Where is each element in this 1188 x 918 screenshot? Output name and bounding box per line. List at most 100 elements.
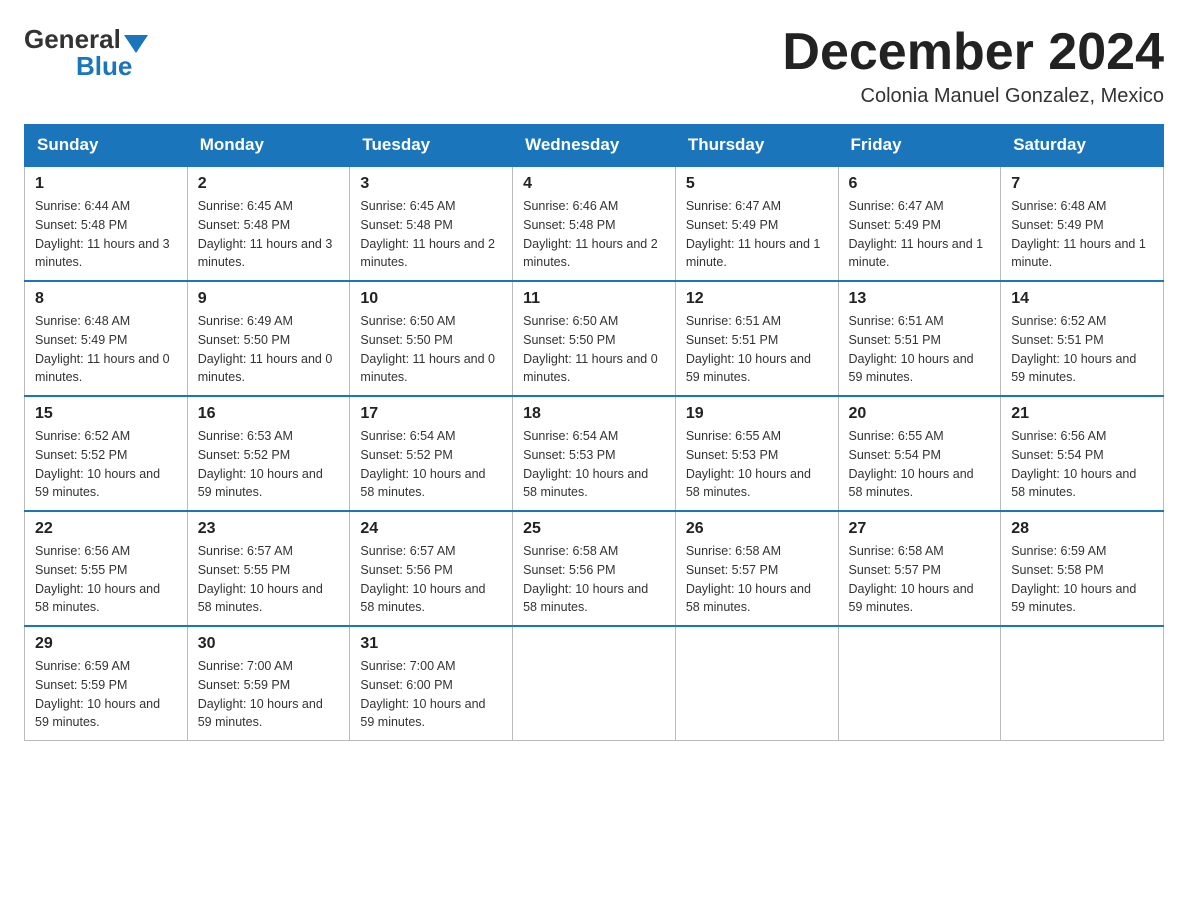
calendar-cell: 21 Sunrise: 6:56 AMSunset: 5:54 PMDaylig… bbox=[1001, 396, 1164, 511]
calendar-cell: 20 Sunrise: 6:55 AMSunset: 5:54 PMDaylig… bbox=[838, 396, 1001, 511]
day-info: Sunrise: 6:54 AMSunset: 5:53 PMDaylight:… bbox=[523, 427, 665, 502]
day-number: 16 bbox=[198, 405, 340, 423]
day-number: 1 bbox=[35, 175, 177, 193]
logo-arrow-icon bbox=[124, 35, 148, 53]
calendar-table: SundayMondayTuesdayWednesdayThursdayFrid… bbox=[24, 124, 1164, 741]
calendar-cell: 27 Sunrise: 6:58 AMSunset: 5:57 PMDaylig… bbox=[838, 511, 1001, 626]
calendar-cell: 11 Sunrise: 6:50 AMSunset: 5:50 PMDaylig… bbox=[513, 281, 676, 396]
calendar-cell: 19 Sunrise: 6:55 AMSunset: 5:53 PMDaylig… bbox=[675, 396, 838, 511]
weekday-header-tuesday: Tuesday bbox=[350, 125, 513, 167]
calendar-cell bbox=[675, 626, 838, 741]
day-number: 21 bbox=[1011, 405, 1153, 423]
weekday-header-sunday: Sunday bbox=[25, 125, 188, 167]
calendar-cell: 31 Sunrise: 7:00 AMSunset: 6:00 PMDaylig… bbox=[350, 626, 513, 741]
day-info: Sunrise: 6:51 AMSunset: 5:51 PMDaylight:… bbox=[849, 312, 991, 387]
calendar-cell: 17 Sunrise: 6:54 AMSunset: 5:52 PMDaylig… bbox=[350, 396, 513, 511]
day-info: Sunrise: 6:48 AMSunset: 5:49 PMDaylight:… bbox=[35, 312, 177, 387]
day-info: Sunrise: 6:55 AMSunset: 5:54 PMDaylight:… bbox=[849, 427, 991, 502]
day-number: 12 bbox=[686, 290, 828, 308]
page-header: General Blue December 2024 Colonia Manue… bbox=[24, 24, 1164, 108]
calendar-cell: 2 Sunrise: 6:45 AMSunset: 5:48 PMDayligh… bbox=[187, 166, 350, 281]
calendar-cell: 29 Sunrise: 6:59 AMSunset: 5:59 PMDaylig… bbox=[25, 626, 188, 741]
day-number: 13 bbox=[849, 290, 991, 308]
day-info: Sunrise: 6:52 AMSunset: 5:51 PMDaylight:… bbox=[1011, 312, 1153, 387]
day-number: 8 bbox=[35, 290, 177, 308]
calendar-cell: 22 Sunrise: 6:56 AMSunset: 5:55 PMDaylig… bbox=[25, 511, 188, 626]
title-section: December 2024 Colonia Manuel Gonzalez, M… bbox=[782, 24, 1164, 108]
day-info: Sunrise: 6:45 AMSunset: 5:48 PMDaylight:… bbox=[360, 197, 502, 272]
day-info: Sunrise: 6:47 AMSunset: 5:49 PMDaylight:… bbox=[686, 197, 828, 272]
day-number: 14 bbox=[1011, 290, 1153, 308]
calendar-cell: 9 Sunrise: 6:49 AMSunset: 5:50 PMDayligh… bbox=[187, 281, 350, 396]
day-number: 4 bbox=[523, 175, 665, 193]
day-info: Sunrise: 6:56 AMSunset: 5:54 PMDaylight:… bbox=[1011, 427, 1153, 502]
day-info: Sunrise: 6:48 AMSunset: 5:49 PMDaylight:… bbox=[1011, 197, 1153, 272]
day-number: 25 bbox=[523, 520, 665, 538]
day-info: Sunrise: 6:59 AMSunset: 5:58 PMDaylight:… bbox=[1011, 542, 1153, 617]
calendar-cell: 18 Sunrise: 6:54 AMSunset: 5:53 PMDaylig… bbox=[513, 396, 676, 511]
calendar-cell: 10 Sunrise: 6:50 AMSunset: 5:50 PMDaylig… bbox=[350, 281, 513, 396]
day-info: Sunrise: 6:50 AMSunset: 5:50 PMDaylight:… bbox=[360, 312, 502, 387]
day-info: Sunrise: 6:56 AMSunset: 5:55 PMDaylight:… bbox=[35, 542, 177, 617]
calendar-cell: 23 Sunrise: 6:57 AMSunset: 5:55 PMDaylig… bbox=[187, 511, 350, 626]
day-info: Sunrise: 6:47 AMSunset: 5:49 PMDaylight:… bbox=[849, 197, 991, 272]
day-number: 24 bbox=[360, 520, 502, 538]
calendar-week-row: 29 Sunrise: 6:59 AMSunset: 5:59 PMDaylig… bbox=[25, 626, 1164, 741]
calendar-cell bbox=[513, 626, 676, 741]
calendar-week-row: 8 Sunrise: 6:48 AMSunset: 5:49 PMDayligh… bbox=[25, 281, 1164, 396]
weekday-header-row: SundayMondayTuesdayWednesdayThursdayFrid… bbox=[25, 125, 1164, 167]
day-info: Sunrise: 6:55 AMSunset: 5:53 PMDaylight:… bbox=[686, 427, 828, 502]
day-number: 22 bbox=[35, 520, 177, 538]
day-info: Sunrise: 6:59 AMSunset: 5:59 PMDaylight:… bbox=[35, 657, 177, 732]
day-info: Sunrise: 6:45 AMSunset: 5:48 PMDaylight:… bbox=[198, 197, 340, 272]
day-info: Sunrise: 6:58 AMSunset: 5:57 PMDaylight:… bbox=[686, 542, 828, 617]
day-info: Sunrise: 6:46 AMSunset: 5:48 PMDaylight:… bbox=[523, 197, 665, 272]
day-info: Sunrise: 6:53 AMSunset: 5:52 PMDaylight:… bbox=[198, 427, 340, 502]
calendar-cell bbox=[838, 626, 1001, 741]
logo: General Blue bbox=[24, 24, 151, 82]
calendar-cell: 24 Sunrise: 6:57 AMSunset: 5:56 PMDaylig… bbox=[350, 511, 513, 626]
weekday-header-wednesday: Wednesday bbox=[513, 125, 676, 167]
day-number: 20 bbox=[849, 405, 991, 423]
calendar-week-row: 15 Sunrise: 6:52 AMSunset: 5:52 PMDaylig… bbox=[25, 396, 1164, 511]
day-info: Sunrise: 6:51 AMSunset: 5:51 PMDaylight:… bbox=[686, 312, 828, 387]
calendar-cell: 12 Sunrise: 6:51 AMSunset: 5:51 PMDaylig… bbox=[675, 281, 838, 396]
calendar-cell: 14 Sunrise: 6:52 AMSunset: 5:51 PMDaylig… bbox=[1001, 281, 1164, 396]
day-number: 19 bbox=[686, 405, 828, 423]
calendar-cell: 6 Sunrise: 6:47 AMSunset: 5:49 PMDayligh… bbox=[838, 166, 1001, 281]
day-number: 10 bbox=[360, 290, 502, 308]
weekday-header-thursday: Thursday bbox=[675, 125, 838, 167]
day-info: Sunrise: 6:58 AMSunset: 5:57 PMDaylight:… bbox=[849, 542, 991, 617]
day-number: 9 bbox=[198, 290, 340, 308]
calendar-cell: 13 Sunrise: 6:51 AMSunset: 5:51 PMDaylig… bbox=[838, 281, 1001, 396]
month-title: December 2024 bbox=[782, 24, 1164, 81]
day-info: Sunrise: 6:52 AMSunset: 5:52 PMDaylight:… bbox=[35, 427, 177, 502]
day-info: Sunrise: 7:00 AMSunset: 6:00 PMDaylight:… bbox=[360, 657, 502, 732]
calendar-cell: 26 Sunrise: 6:58 AMSunset: 5:57 PMDaylig… bbox=[675, 511, 838, 626]
day-info: Sunrise: 7:00 AMSunset: 5:59 PMDaylight:… bbox=[198, 657, 340, 732]
day-info: Sunrise: 6:49 AMSunset: 5:50 PMDaylight:… bbox=[198, 312, 340, 387]
day-number: 18 bbox=[523, 405, 665, 423]
weekday-header-friday: Friday bbox=[838, 125, 1001, 167]
day-number: 15 bbox=[35, 405, 177, 423]
day-number: 17 bbox=[360, 405, 502, 423]
calendar-week-row: 22 Sunrise: 6:56 AMSunset: 5:55 PMDaylig… bbox=[25, 511, 1164, 626]
day-number: 6 bbox=[849, 175, 991, 193]
calendar-cell: 7 Sunrise: 6:48 AMSunset: 5:49 PMDayligh… bbox=[1001, 166, 1164, 281]
logo-blue-text: Blue bbox=[76, 51, 132, 82]
day-number: 5 bbox=[686, 175, 828, 193]
calendar-cell: 5 Sunrise: 6:47 AMSunset: 5:49 PMDayligh… bbox=[675, 166, 838, 281]
day-info: Sunrise: 6:44 AMSunset: 5:48 PMDaylight:… bbox=[35, 197, 177, 272]
weekday-header-saturday: Saturday bbox=[1001, 125, 1164, 167]
day-info: Sunrise: 6:54 AMSunset: 5:52 PMDaylight:… bbox=[360, 427, 502, 502]
day-number: 11 bbox=[523, 290, 665, 308]
day-info: Sunrise: 6:57 AMSunset: 5:55 PMDaylight:… bbox=[198, 542, 340, 617]
day-number: 29 bbox=[35, 635, 177, 653]
calendar-week-row: 1 Sunrise: 6:44 AMSunset: 5:48 PMDayligh… bbox=[25, 166, 1164, 281]
calendar-cell: 4 Sunrise: 6:46 AMSunset: 5:48 PMDayligh… bbox=[513, 166, 676, 281]
calendar-cell: 25 Sunrise: 6:58 AMSunset: 5:56 PMDaylig… bbox=[513, 511, 676, 626]
location-subtitle: Colonia Manuel Gonzalez, Mexico bbox=[782, 85, 1164, 108]
day-number: 31 bbox=[360, 635, 502, 653]
day-number: 27 bbox=[849, 520, 991, 538]
calendar-cell: 30 Sunrise: 7:00 AMSunset: 5:59 PMDaylig… bbox=[187, 626, 350, 741]
